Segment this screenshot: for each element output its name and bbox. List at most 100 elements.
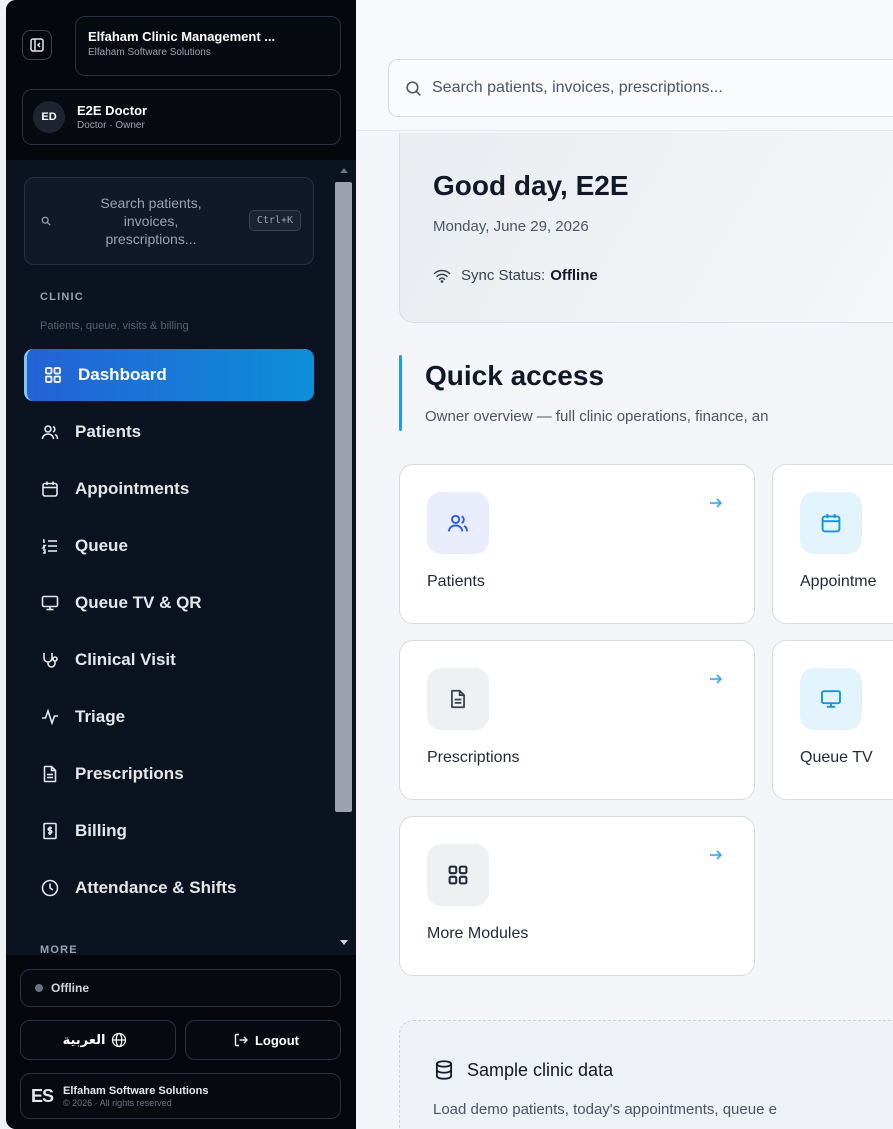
- sidebar-item-prescriptions[interactable]: Prescriptions: [24, 748, 314, 800]
- current-date: Monday, June 29, 2026: [433, 218, 589, 235]
- collapse-sidebar-button[interactable]: [22, 30, 52, 60]
- sidebar-search-placeholder: Search patients, invoices, prescriptions…: [100, 195, 202, 247]
- sidebar-item-label: Triage: [75, 707, 126, 726]
- section-label: CLINIC: [40, 291, 84, 303]
- sidebar-toggle-icon: [30, 38, 44, 52]
- copyright: © 2026 · All rights reserved: [63, 1097, 172, 1108]
- sidebar-item-label: Billing: [75, 821, 127, 840]
- language-label: العربية: [62, 1032, 106, 1047]
- sample-data-description: Load demo patients, today's appointments…: [433, 1101, 777, 1118]
- user-name: E2E Doctor: [77, 103, 148, 118]
- scrollbar-thumb[interactable]: [335, 182, 352, 812]
- clock-icon: [41, 879, 59, 897]
- sidebar-item-queue-tv[interactable]: Queue TV & QR: [24, 577, 314, 629]
- sidebar-item-label: Attendance & Shifts: [75, 878, 237, 897]
- brand-card: ES Elfaham Software Solutions © 2026 · A…: [20, 1073, 341, 1119]
- section-subtitle: Patients, queue, visits & billing: [40, 320, 189, 332]
- user-role: Doctor · Owner: [77, 120, 145, 131]
- tile-prescriptions[interactable]: Prescriptions: [399, 640, 755, 800]
- quick-access-title: Quick access: [425, 360, 605, 391]
- activity-icon: [42, 708, 58, 726]
- sidebar-item-attendance[interactable]: Attendance & Shifts: [24, 862, 314, 914]
- calendar-icon: [42, 481, 58, 497]
- app-subtitle: Elfaham Software Solutions: [88, 47, 211, 58]
- global-search[interactable]: [388, 59, 893, 117]
- greeting-title: Good day, E2E: [433, 170, 629, 201]
- sidebar-item-triage[interactable]: Triage: [24, 691, 314, 743]
- section-accent-bar: [399, 355, 402, 431]
- tile-appointments[interactable]: Appointme: [772, 464, 893, 624]
- sample-data-card: Sample clinic data Load demo patients, t…: [399, 1020, 893, 1129]
- greeting-card: Good day, E2E Monday, June 29, 2026 Sync…: [399, 133, 893, 323]
- logout-icon: [234, 1033, 248, 1047]
- sample-data-title: Sample clinic data: [467, 1059, 614, 1080]
- connection-status: Offline: [20, 969, 341, 1007]
- search-icon: [41, 216, 51, 226]
- arrow-right-icon: [710, 498, 723, 508]
- tile-label: Queue TV: [800, 749, 873, 766]
- sync-value: Offline: [550, 267, 598, 284]
- arrow-right-icon: [710, 674, 723, 684]
- tile-icon-wrap: [800, 492, 862, 554]
- scroll-down-arrow-icon[interactable]: [340, 940, 348, 945]
- sidebar-item-appointments[interactable]: Appointments: [24, 463, 314, 515]
- file-text-icon: [451, 689, 465, 709]
- sidebar-item-dashboard[interactable]: Dashboard: [24, 349, 314, 401]
- tile-icon-wrap: [427, 844, 489, 906]
- tile-more-modules[interactable]: More Modules: [399, 816, 755, 976]
- tile-queue-tv[interactable]: Queue TV: [772, 640, 893, 800]
- brand-logo: ES: [31, 1085, 54, 1106]
- sync-label: Sync Status:: [461, 267, 546, 284]
- sidebar-item-label: Patients: [75, 422, 142, 441]
- sidebar-search[interactable]: Search patients, invoices, prescriptions…: [24, 177, 314, 265]
- arrow-right-icon: [710, 850, 723, 860]
- sidebar-item-billing[interactable]: Billing: [24, 805, 314, 857]
- search-icon: [406, 80, 421, 96]
- sidebar-item-label: Appointments: [75, 479, 190, 498]
- sidebar-item-label: Queue TV & QR: [75, 593, 202, 612]
- main-content: Good day, E2E Monday, June 29, 2026 Sync…: [356, 0, 893, 1129]
- status-text: Offline: [51, 981, 89, 995]
- list-ordered-icon: [41, 539, 57, 554]
- quick-access-subtitle: Owner overview — full clinic operations,…: [425, 408, 769, 425]
- sidebar-item-queue[interactable]: Queue: [24, 520, 314, 572]
- sample-data-title-row: Sample clinic data: [433, 1059, 613, 1081]
- sidebar-footer: Offline العربية Logout ES Elfaham Softwa…: [6, 955, 356, 1129]
- app-switcher[interactable]: Elfaham Clinic Management ... Elfaham So…: [75, 16, 341, 76]
- grid-icon: [448, 865, 468, 885]
- status-dot-icon: [35, 984, 43, 992]
- grid-icon: [45, 367, 61, 383]
- wifi-icon: [433, 269, 451, 283]
- tile-label: Appointme: [800, 573, 877, 590]
- sidebar-nav: Search patients, invoices, prescriptions…: [6, 160, 332, 955]
- sidebar-item-clinical-visit[interactable]: Clinical Visit: [24, 634, 314, 686]
- tile-patients[interactable]: Patients: [399, 464, 755, 624]
- sidebar-item-label: Clinical Visit: [75, 650, 176, 669]
- sidebar-scrollbar[interactable]: [332, 160, 356, 955]
- globe-icon: [112, 1032, 127, 1048]
- tile-label: Patients: [427, 573, 485, 590]
- search-input[interactable]: [432, 79, 893, 97]
- users-icon: [448, 514, 468, 532]
- more-section-label: MORE: [40, 944, 78, 955]
- sidebar-header: Elfaham Clinic Management ... Elfaham So…: [6, 0, 356, 160]
- logout-button[interactable]: Logout: [185, 1020, 341, 1060]
- sidebar-item-patients[interactable]: Patients: [24, 406, 314, 458]
- scroll-up-arrow-icon[interactable]: [340, 168, 348, 173]
- avatar: ED: [33, 101, 65, 133]
- sidebar-item-label: Queue: [75, 536, 128, 555]
- calendar-icon: [821, 514, 841, 533]
- sidebar-item-label: Prescriptions: [75, 764, 184, 783]
- language-button[interactable]: العربية: [20, 1020, 176, 1060]
- monitor-icon: [821, 690, 841, 708]
- tile-label: Prescriptions: [427, 749, 520, 766]
- user-card[interactable]: ED E2E Doctor Doctor · Owner: [22, 89, 341, 145]
- tile-icon-wrap: [800, 668, 862, 730]
- receipt-icon: [43, 822, 57, 840]
- stethoscope-icon: [43, 653, 58, 668]
- sync-status: Sync Status: Offline: [433, 267, 598, 284]
- sidebar-item-label: Dashboard: [78, 365, 167, 384]
- database-icon: [435, 1060, 453, 1080]
- sidebar: Elfaham Clinic Management ... Elfaham So…: [6, 0, 356, 1129]
- shortcut-badge: Ctrl+K: [248, 210, 301, 231]
